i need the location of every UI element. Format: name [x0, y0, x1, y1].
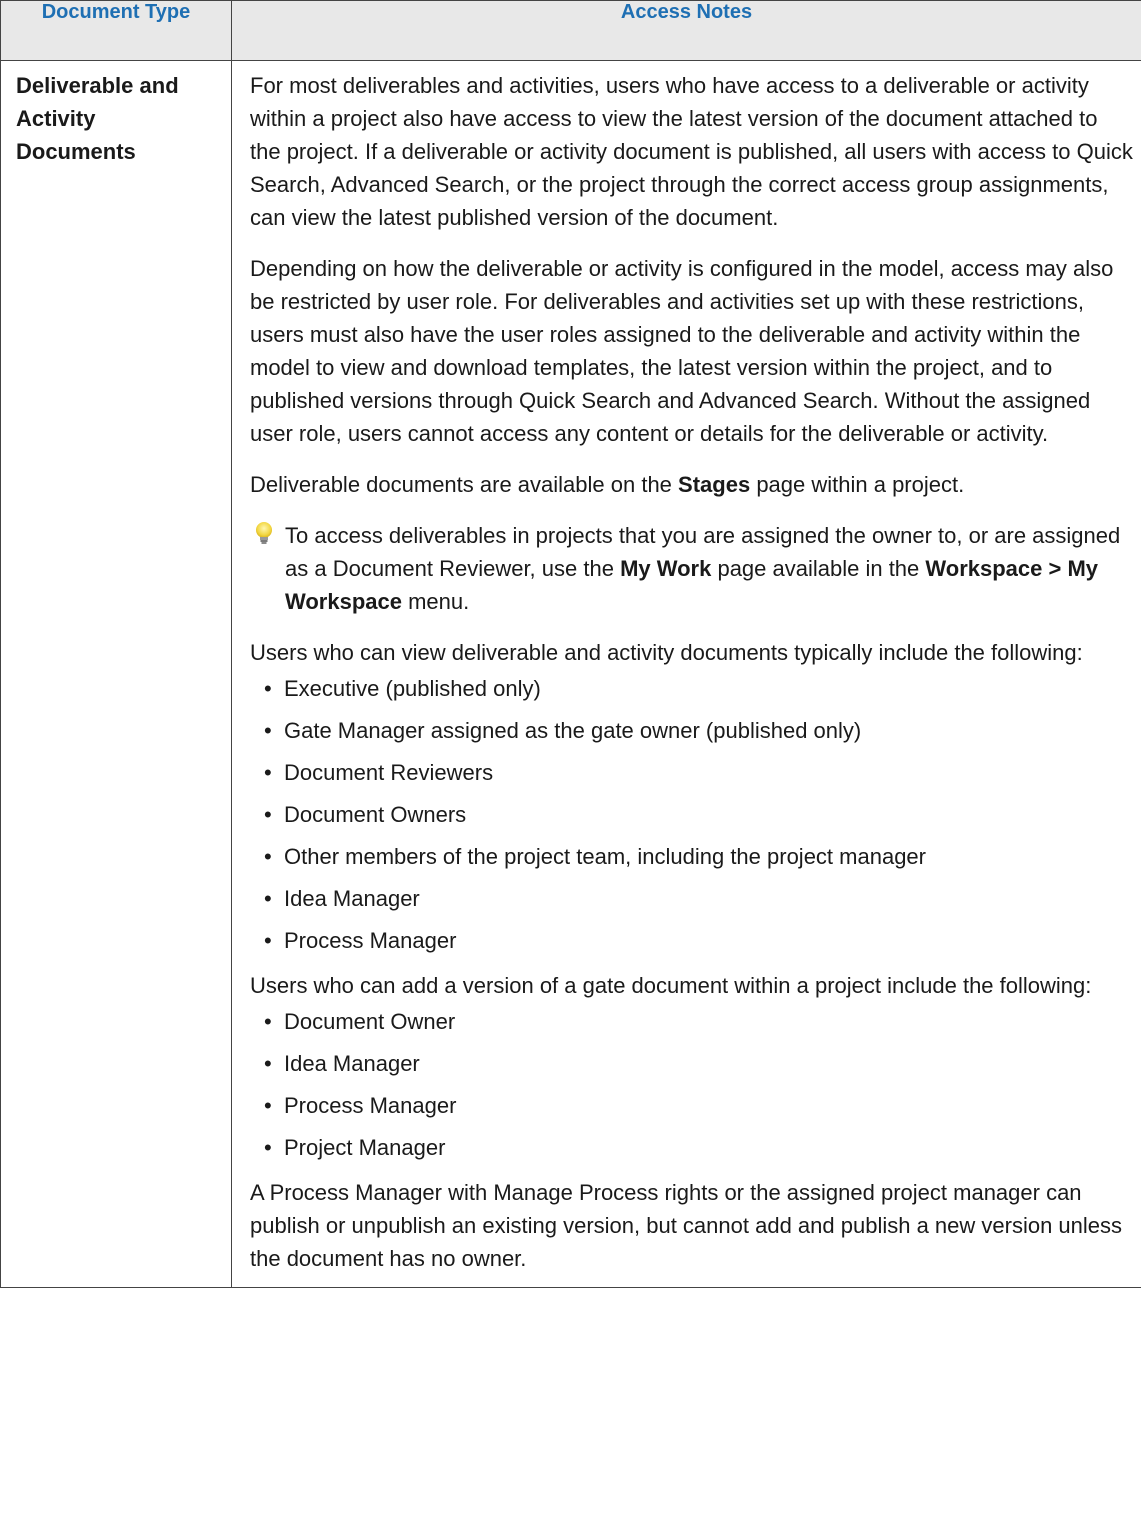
list-item-text: Gate Manager assigned as the gate owner … [284, 718, 862, 743]
list-item: • Executive (published only) [250, 672, 1133, 705]
list-item-text: Document Owners [284, 802, 467, 827]
list-item: • Other members of the project team, incl… [250, 840, 1133, 873]
bullet-icon: • [264, 886, 272, 911]
bullet-icon: • [264, 1093, 272, 1118]
list-item: • Process Manager [250, 1089, 1133, 1122]
bullet-icon: • [264, 1009, 272, 1034]
lightbulb-icon [256, 522, 272, 544]
bullet-icon: • [264, 718, 272, 743]
list-item-text: Idea Manager [284, 1051, 420, 1076]
add-version-users-list: • Document Owner • Idea Manager • Process M… [250, 1005, 1133, 1164]
stages-text-before: Deliverable documents are available on t… [250, 472, 679, 497]
list-item: • Document Owner [250, 1005, 1133, 1038]
list-item: • Process Manager [250, 924, 1133, 957]
list-item-text: Idea Manager [284, 886, 420, 911]
list-item-text: Other members of the project team, inclu… [284, 844, 926, 869]
bullet-icon: • [264, 760, 272, 785]
header-document-type: Document Type [0, 0, 232, 61]
paragraph-stages-location: Deliverable documents are available on t… [250, 468, 1133, 501]
stages-text-after: page within a project. [750, 472, 965, 497]
list-item: • Gate Manager assigned as the gate owner… [250, 714, 1133, 747]
table-header-row: Document Type Access Notes [0, 0, 1141, 61]
paragraph-add-intro: Users who can add a version of a gate do… [250, 973, 1092, 998]
list-item: • Document Owners [250, 798, 1133, 831]
tip-my-work: My Work [620, 556, 712, 581]
paragraph-access-overview: For most deliverables and activities, us… [250, 73, 1133, 230]
table-row: Deliverable and Activity Documents For m… [0, 60, 1141, 1288]
bullet-icon: • [264, 1135, 272, 1160]
tip-note: To access deliverables in projects that … [250, 519, 1133, 618]
access-notes-table: Document Type Access Notes Deliverable a… [0, 0, 1141, 1288]
list-item: • Document Reviewers [250, 756, 1133, 789]
paragraph-publish-rights: A Process Manager with Manage Process ri… [250, 1180, 1123, 1271]
list-item-text: Process Manager [284, 1093, 457, 1118]
document-type-cell: Deliverable and Activity Documents [0, 60, 232, 1288]
tip-text-3: menu. [401, 589, 470, 614]
bullet-icon: • [264, 1051, 272, 1076]
list-item-text: Process Manager [284, 928, 457, 953]
list-item: • Idea Manager [250, 882, 1133, 915]
paragraph-role-restrictions: Depending on how the deliverable or acti… [250, 256, 1114, 446]
access-notes-cell: For most deliverables and activities, us… [231, 60, 1141, 1288]
bullet-icon: • [264, 802, 272, 827]
bullet-icon: • [264, 676, 272, 701]
stages-bold: Stages [678, 472, 751, 497]
tip-text-2: page available in the [711, 556, 926, 581]
list-item-text: Project Manager [284, 1135, 446, 1160]
header-access-notes: Access Notes [231, 0, 1141, 61]
list-item: • Idea Manager [250, 1047, 1133, 1080]
paragraph-view-intro: Users who can view deliverable and activ… [250, 640, 1083, 665]
list-item-text: Document Owner [284, 1009, 456, 1034]
list-item-text: Executive (published only) [284, 676, 541, 701]
view-users-list: • Executive (published only) • Gate Manage… [250, 672, 1133, 957]
bullet-icon: • [264, 928, 272, 953]
list-item-text: Document Reviewers [284, 760, 494, 785]
list-item: • Project Manager [250, 1131, 1133, 1164]
bullet-icon: • [264, 844, 272, 869]
